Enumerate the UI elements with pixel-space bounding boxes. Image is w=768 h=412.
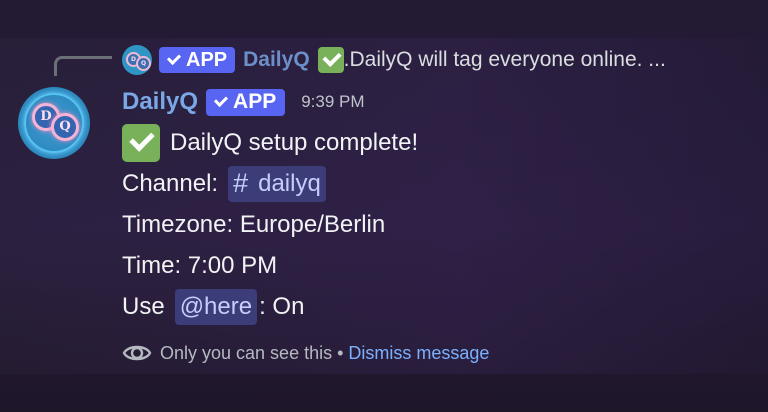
author-avatar[interactable]: D Q (18, 87, 90, 159)
visibility-note: Only you can see this (160, 342, 333, 363)
here-line: Use @here : On (122, 286, 742, 327)
reply-avatar[interactable]: D Q (122, 45, 152, 75)
channel-mention[interactable]: # dailyq (228, 165, 326, 202)
check-mark-emoji (317, 47, 344, 73)
reply-text[interactable]: .DailyQ will tag everyone online. ... (344, 48, 666, 72)
app-badge-label: APP (186, 48, 228, 71)
here-value: : On (259, 292, 305, 320)
ephemeral-footer: Only you can see this • Dismiss message (122, 340, 489, 366)
app-badge-label: APP (233, 90, 277, 113)
verified-check-icon (213, 92, 229, 108)
timestamp[interactable]: 9:39 PM (301, 92, 364, 112)
channel-name: dailyq (258, 169, 321, 197)
channel-label: Channel: (122, 169, 219, 197)
app-badge: APP (206, 88, 286, 116)
time-line: Time: 7:00 PM (122, 251, 278, 279)
check-mark-emoji (122, 123, 160, 162)
setup-line: DailyQ setup complete! (122, 122, 742, 163)
verified-check-icon (166, 50, 182, 66)
use-label: Use (122, 292, 165, 320)
message-body: DailyQ setup complete! Channel: # dailyq… (122, 122, 742, 327)
channel-line: Channel: # dailyq (122, 163, 742, 204)
avatar-letter: Q (136, 56, 151, 71)
setup-text: DailyQ setup complete! (170, 128, 419, 156)
message-header: DailyQ APP 9:39 PM (122, 86, 365, 118)
hash-icon: # (233, 168, 249, 198)
timezone-line: Timezone: Europe/Berlin (122, 210, 386, 238)
author-name[interactable]: DailyQ (122, 88, 198, 116)
avatar-letter: Q (51, 113, 79, 141)
dismiss-message-link[interactable]: Dismiss message (348, 343, 489, 364)
eye-icon (122, 345, 152, 361)
here-mention[interactable]: @here (174, 288, 258, 325)
reply-connector (54, 56, 112, 76)
app-badge: APP (159, 47, 236, 73)
reply-preview[interactable]: D Q APP DailyQ .DailyQ will tag everyone… (122, 44, 666, 76)
separator-dot: • (337, 342, 344, 363)
reply-author[interactable]: DailyQ (243, 48, 310, 72)
